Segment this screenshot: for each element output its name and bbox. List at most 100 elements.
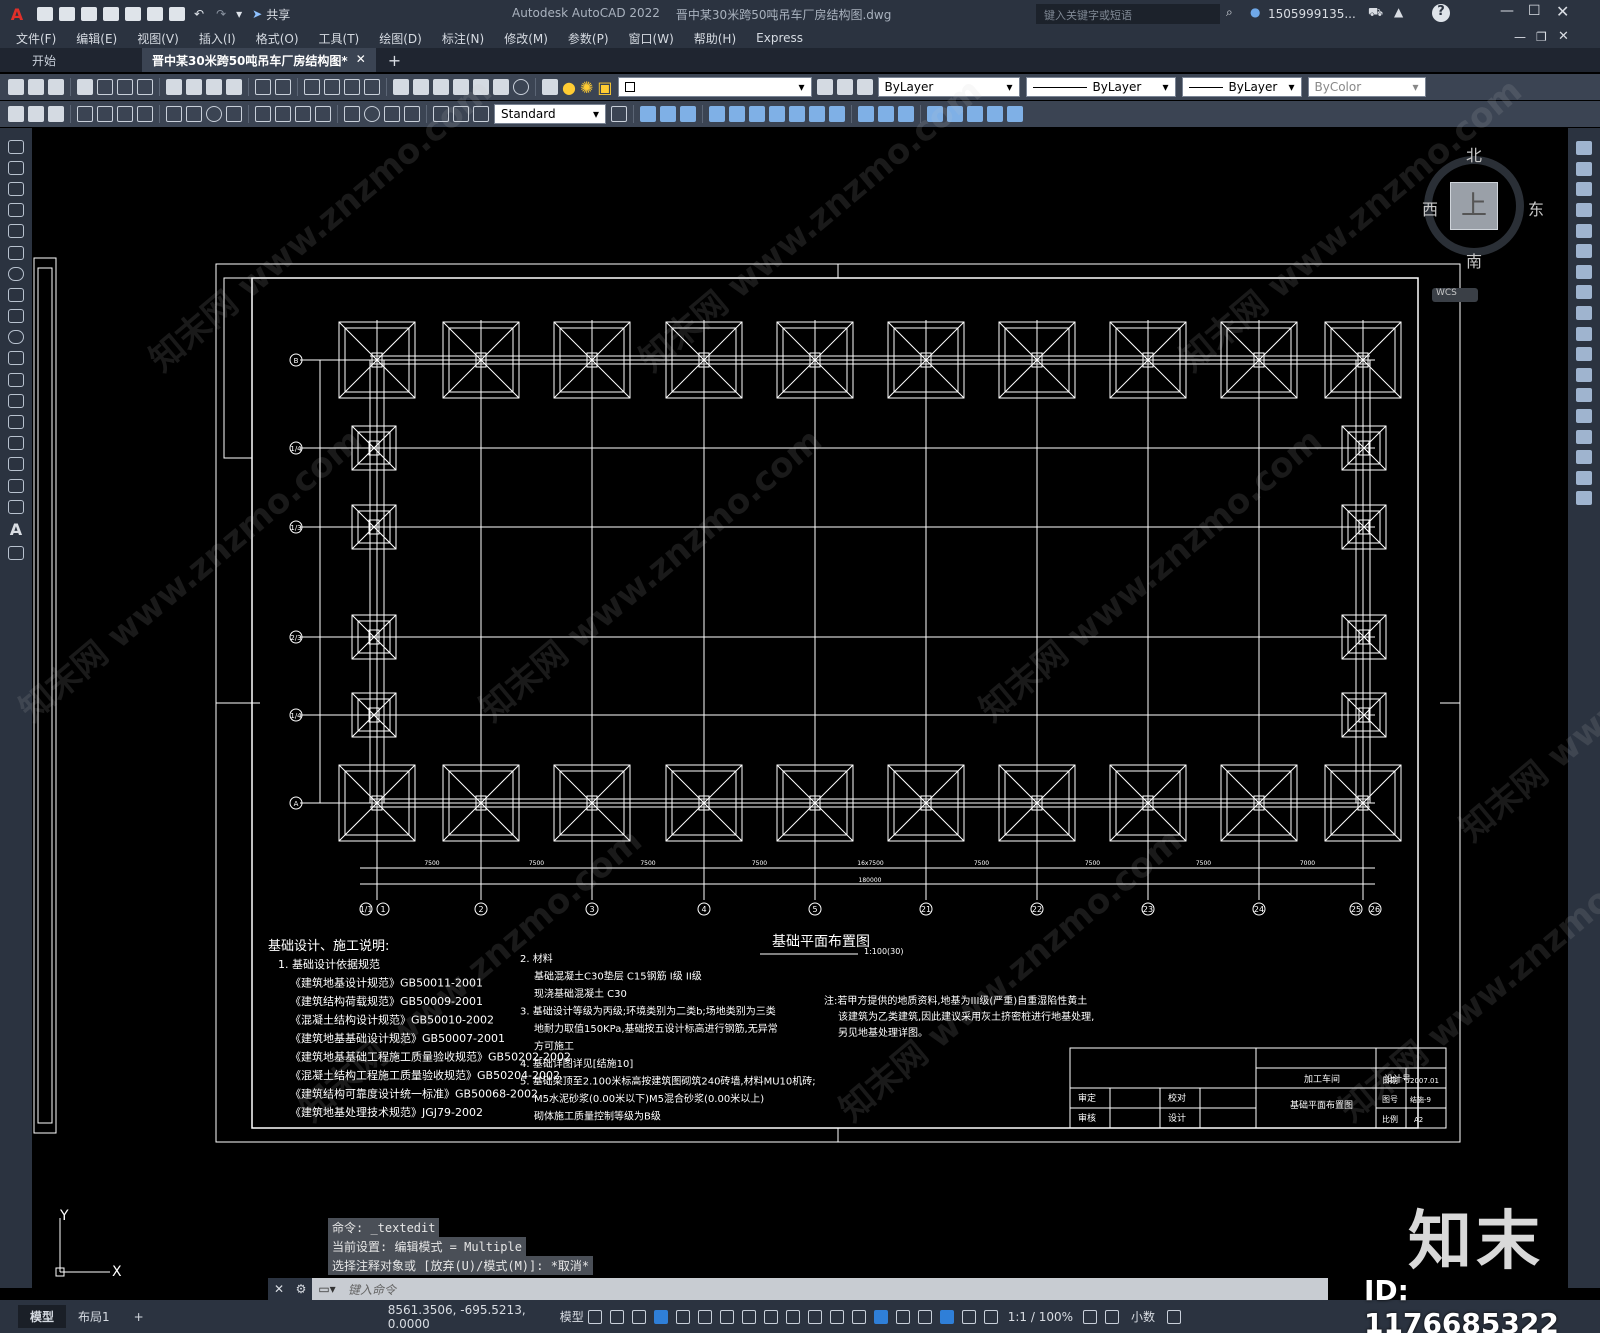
- tb2-modify-5[interactable]: [729, 106, 745, 122]
- plot-preview-icon[interactable]: [147, 7, 163, 21]
- rectangle-icon[interactable]: [8, 224, 24, 239]
- model-space-button[interactable]: 模型: [560, 1308, 584, 1325]
- dim-diameter-icon[interactable]: [206, 106, 222, 122]
- tb2-modify-6[interactable]: [749, 106, 765, 122]
- tb-save-icon[interactable]: [48, 79, 64, 95]
- table-icon[interactable]: [8, 499, 24, 514]
- dynamic-input-icon[interactable]: [653, 1309, 668, 1324]
- menu-tools[interactable]: 工具(T): [309, 30, 370, 47]
- dim-baseline-icon[interactable]: [275, 106, 291, 122]
- annotation-visibility-icon[interactable]: [939, 1309, 954, 1324]
- osnap-tracking-icon[interactable]: [741, 1309, 756, 1324]
- layer-on-icon[interactable]: ●: [562, 78, 576, 97]
- snap-icon[interactable]: [609, 1309, 624, 1324]
- tb-zoom-realtime-icon[interactable]: [324, 79, 340, 95]
- gizmo-icon[interactable]: [917, 1309, 932, 1324]
- chamfer-icon[interactable]: [1576, 429, 1592, 444]
- tb-open-icon[interactable]: [28, 79, 44, 95]
- lineweight-dropdown[interactable]: ByLayer ▾: [1181, 77, 1302, 97]
- dim-quick-icon[interactable]: [255, 106, 271, 122]
- tb2-modify-4[interactable]: [709, 106, 725, 122]
- tb-zoom-window-icon[interactable]: [344, 79, 360, 95]
- dim-space-icon[interactable]: [315, 106, 331, 122]
- tab-model[interactable]: 模型: [18, 1305, 67, 1328]
- region-icon[interactable]: [8, 478, 24, 493]
- dimstyle-manager-icon[interactable]: [611, 106, 627, 122]
- make-block-icon[interactable]: [8, 393, 24, 408]
- doc-close-button[interactable]: ✕: [1558, 29, 1569, 44]
- add-layout-button[interactable]: +: [122, 1307, 156, 1327]
- coordinates-readout[interactable]: 8561.3506, -695.5213, 0.0000: [388, 1303, 552, 1331]
- tb-layer-props-icon[interactable]: [542, 79, 558, 95]
- tb2-modify-10[interactable]: [829, 106, 845, 122]
- menu-dimension[interactable]: 标注(N): [432, 30, 494, 47]
- open-icon[interactable]: [59, 7, 75, 21]
- tb-undo-icon[interactable]: [255, 79, 271, 95]
- spline-icon[interactable]: [8, 309, 24, 324]
- units-value[interactable]: 小数: [1131, 1308, 1155, 1325]
- extend-icon[interactable]: [1576, 347, 1592, 362]
- redo-icon[interactable]: ↷: [216, 7, 226, 21]
- explode-icon[interactable]: [1576, 491, 1592, 506]
- dim-radius-icon[interactable]: [166, 106, 182, 122]
- arc-icon[interactable]: [8, 245, 24, 260]
- tb-print-icon[interactable]: [77, 79, 93, 95]
- add-selected-icon[interactable]: [8, 545, 24, 560]
- insert-block-icon[interactable]: [8, 372, 24, 387]
- line-icon[interactable]: [8, 139, 24, 154]
- print-icon[interactable]: [169, 7, 185, 21]
- ortho-icon[interactable]: [675, 1309, 690, 1324]
- dim-aligned-icon[interactable]: [97, 106, 113, 122]
- tb2-modify-18[interactable]: [1007, 106, 1023, 122]
- tb2-icon-2[interactable]: [28, 106, 44, 122]
- tb-redo-icon[interactable]: [275, 79, 291, 95]
- join-icon[interactable]: [1576, 409, 1592, 424]
- save-as-icon[interactable]: [103, 7, 119, 21]
- cmd-prompt-icon[interactable]: ▭▾: [312, 1282, 342, 1296]
- break-at-point-icon[interactable]: [1576, 388, 1592, 403]
- tb-copy-icon[interactable]: [186, 79, 202, 95]
- tb-pan-icon[interactable]: [304, 79, 320, 95]
- grid-icon[interactable]: [587, 1309, 602, 1324]
- scale-icon[interactable]: [1576, 285, 1592, 300]
- viewcube-top-face[interactable]: 上: [1450, 182, 1498, 230]
- help-icon[interactable]: ?: [1432, 4, 1450, 22]
- tab-drawing[interactable]: 晋中某30米跨50吨吊车厂房结构图* ✕: [142, 48, 376, 72]
- infer-icon[interactable]: [631, 1309, 646, 1324]
- tb2-modify-9[interactable]: [809, 106, 825, 122]
- menu-file[interactable]: 文件(F): [6, 30, 66, 47]
- dimstyle-dropdown[interactable]: Standard ▾: [494, 104, 606, 124]
- save-icon[interactable]: [81, 7, 97, 21]
- share-icon[interactable]: ➤: [252, 7, 262, 21]
- polyline-icon[interactable]: [8, 181, 24, 196]
- dim-jogged-icon[interactable]: [186, 106, 202, 122]
- menu-parametric[interactable]: 参数(P): [558, 30, 619, 47]
- menu-draw[interactable]: 绘图(D): [369, 30, 432, 47]
- new-tab-button[interactable]: +: [376, 51, 413, 70]
- dim-continue-icon[interactable]: [295, 106, 311, 122]
- linetype-dropdown[interactable]: ByLayer ▾: [1025, 77, 1176, 97]
- dynamic-ucs-icon[interactable]: [873, 1309, 888, 1324]
- tb-help-icon[interactable]: [513, 79, 529, 95]
- auto-scale-icon[interactable]: [961, 1309, 976, 1324]
- drawing-canvas[interactable]: 1/1 1 2 3 4 5 21 22 23 24 25 26 B 1/4 1/3 2/3 1/4 A 7500 75…: [12, 71, 1600, 1288]
- minimize-button[interactable]: —: [1500, 3, 1514, 19]
- isodraft-icon[interactable]: [719, 1309, 734, 1324]
- menu-insert[interactable]: 插入(I): [189, 30, 246, 47]
- qa-dropdown-icon[interactable]: ▾: [236, 7, 242, 21]
- layer-freeze-icon[interactable]: ✺: [580, 78, 593, 97]
- tb-design-center-icon[interactable]: [413, 79, 429, 95]
- quick-properties-icon[interactable]: [1167, 1309, 1182, 1324]
- share-button[interactable]: 共享: [266, 6, 290, 23]
- tb2-modify-17[interactable]: [987, 106, 1003, 122]
- lineweight-icon[interactable]: [785, 1309, 800, 1324]
- viewcube-south[interactable]: 南: [1466, 248, 1482, 272]
- transparency-icon[interactable]: [807, 1309, 822, 1324]
- rotate-icon[interactable]: [1576, 264, 1592, 279]
- doc-restore-button[interactable]: ❐: [1536, 30, 1547, 44]
- tab-start[interactable]: 开始: [0, 48, 142, 72]
- maximize-button[interactable]: ☐: [1528, 3, 1541, 19]
- workspace-icon[interactable]: [1083, 1309, 1098, 1324]
- menu-edit[interactable]: 编辑(E): [66, 30, 127, 47]
- tb-layer-state-icon[interactable]: [856, 79, 873, 95]
